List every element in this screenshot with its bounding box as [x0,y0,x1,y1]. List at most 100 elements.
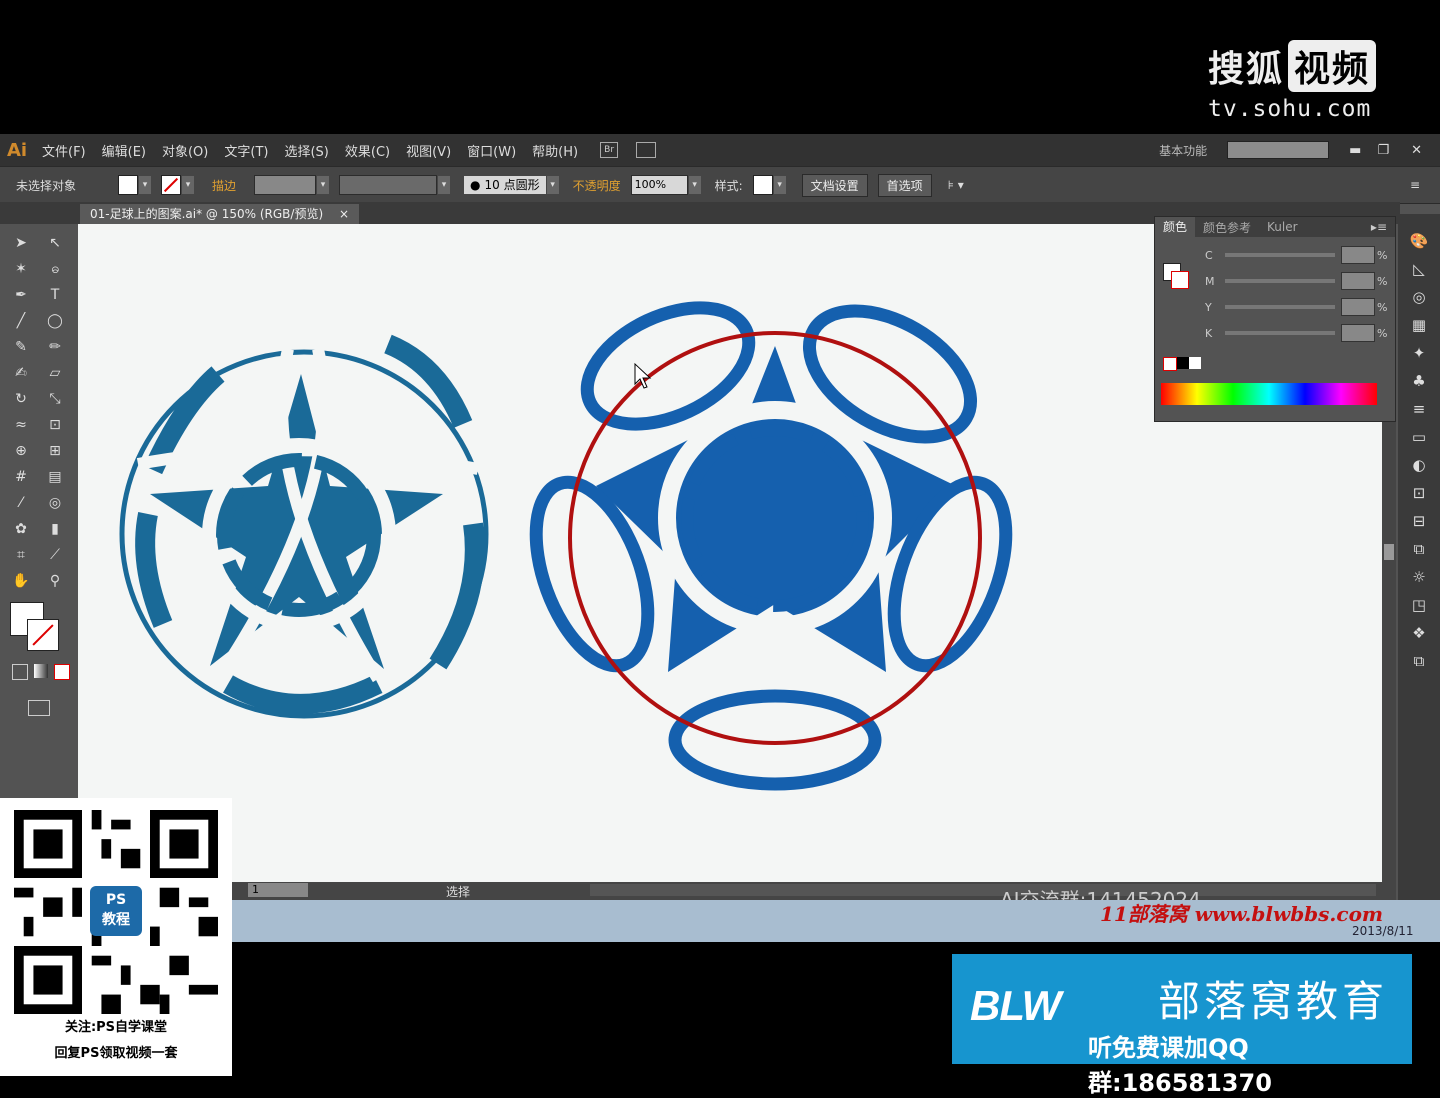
selection-tool-icon[interactable]: ➤ [10,232,32,254]
color-panel-icon[interactable]: 🎨 [1410,232,1429,250]
menu-effect[interactable]: 效果(C) [337,141,398,160]
minimize-icon[interactable]: ▬ [1349,143,1361,158]
ball-pattern-right[interactable] [514,284,1028,791]
menu-file[interactable]: 文件(F) [34,141,94,160]
magic-wand-icon[interactable]: ✶ [10,258,32,280]
hand-icon[interactable]: ✋ [10,570,32,592]
gradient-mode-icon[interactable] [34,664,48,678]
preferences-button[interactable]: 首选项 [877,173,932,197]
color-mode-icon[interactable] [12,664,28,680]
direct-selection-tool-icon[interactable]: ↖ [44,232,66,254]
slider-c[interactable]: C% [1205,245,1389,265]
stroke-label[interactable]: 描边 [212,177,236,194]
rotate-icon[interactable]: ↻ [10,388,32,410]
none-mode-icon[interactable] [54,664,70,680]
stroke-weight-field[interactable]: ▾ [246,175,330,195]
close-tab-icon[interactable]: × [339,207,349,221]
appearance-icon[interactable]: ☼ [1412,568,1425,586]
line-tool-icon[interactable]: ╱ [10,310,32,332]
gradient-icon[interactable]: ▤ [44,466,66,488]
swatches-icon[interactable]: ▦ [1412,316,1426,334]
column-graph-icon[interactable]: ▮ [44,518,66,540]
scroll-thumb[interactable] [1384,544,1394,560]
channel-c-value[interactable] [1341,246,1375,264]
variable-width-field[interactable]: ▾ [339,175,451,195]
restore-icon[interactable]: ❐ [1377,143,1389,158]
blob-brush-icon[interactable]: ✍ [10,362,32,384]
panel-fill-stroke[interactable] [1163,263,1189,289]
artboard-icon[interactable]: ⌗ [10,544,32,566]
eraser-icon[interactable]: ▱ [44,362,66,384]
zoom-icon[interactable]: ⚲ [44,570,66,592]
symbol-sprayer-icon[interactable]: ✿ [10,518,32,540]
document-setup-button[interactable]: 文档设置 [801,173,868,197]
horizontal-scrollbar[interactable] [590,884,1376,896]
pathfinder-icon[interactable]: ⧉ [1414,540,1425,558]
eyedropper-icon[interactable]: ⁄ [10,492,32,514]
status-mode[interactable]: 选择 [446,883,470,900]
opacity-label[interactable]: 不透明度 [573,177,621,194]
stroke-swatch[interactable]: ▾ [161,175,194,195]
brush-dropdown[interactable]: ▾ [546,176,559,194]
color-spectrum[interactable] [1161,383,1377,405]
free-transform-icon[interactable]: ⊡ [44,414,66,436]
menu-select[interactable]: 选择(S) [276,141,336,160]
pen-tool-icon[interactable]: ✒ [10,284,32,306]
fill-stroke-widget[interactable] [10,602,70,658]
align-icon[interactable]: ⊧ ▾ [948,178,964,192]
close-icon[interactable]: ✕ [1411,143,1422,158]
none-white-black-swatches[interactable] [1163,357,1201,371]
symbols-icon[interactable]: ♣ [1412,372,1425,390]
menu-edit[interactable]: 编辑(E) [94,141,154,160]
menu-type[interactable]: 文字(T) [216,141,276,160]
channel-y-value[interactable] [1341,298,1375,316]
channel-m-value[interactable] [1341,272,1375,290]
zoom-field[interactable]: 1 [248,883,308,897]
align-panel-icon[interactable]: ⊟ [1413,512,1426,530]
menu-view[interactable]: 视图(V) [398,141,459,160]
paintbrush-icon[interactable]: ✎ [10,336,32,358]
scale-icon[interactable]: ⤡ [44,388,66,410]
arrange-documents-icon[interactable] [636,142,657,158]
ball-pattern-left[interactable] [119,334,489,719]
menu-object[interactable]: 对象(O) [154,141,216,160]
transparency-icon[interactable]: ◐ [1412,456,1425,474]
search-icon[interactable] [1227,141,1330,159]
gradient-panel-icon[interactable]: ▭ [1412,428,1426,446]
lasso-icon[interactable]: ဓ [44,258,66,280]
artboards-icon[interactable]: ⧉ [1414,652,1425,670]
stroke-panel-icon[interactable]: ≡ [1413,400,1426,418]
mesh-icon[interactable]: # [10,466,32,488]
bridge-icon[interactable]: Br [600,142,619,158]
menu-help[interactable]: 帮助(H) [524,141,586,160]
screen-mode-icon[interactable] [28,700,50,716]
type-tool-icon[interactable]: T [44,284,66,306]
perspective-grid-icon[interactable]: ⊞ [44,440,66,462]
graphic-styles-icon[interactable]: ◳ [1412,596,1426,614]
slider-k[interactable]: K% [1205,323,1389,343]
menu-window[interactable]: 窗口(W) [459,141,524,160]
opacity-field[interactable]: 100% ▾ [630,175,701,195]
tab-kuler[interactable]: Kuler [1259,220,1306,234]
slider-m[interactable]: M% [1205,271,1389,291]
brush-definition[interactable]: ● 10 点圆形 [464,176,546,194]
shape-builder-icon[interactable]: ⊕ [10,440,32,462]
slice-icon[interactable]: ⟋ [44,544,66,566]
tab-color[interactable]: 颜色 [1155,217,1196,237]
fill-swatch[interactable]: ▾ [118,175,151,195]
channel-k-value[interactable] [1341,324,1375,342]
layers-icon[interactable]: ❖ [1412,624,1425,642]
ellipse-tool-icon[interactable]: ◯ [44,310,66,332]
brushes-icon[interactable]: ✦ [1413,344,1426,362]
panel-options-icon[interactable]: ▸≡ [1371,220,1387,234]
kuler-icon[interactable]: ◎ [1412,288,1425,306]
panel-menu-icon[interactable]: ≡ [1410,178,1420,192]
style-swatch[interactable]: ▾ [752,175,786,195]
pencil-icon[interactable]: ✏ [44,336,66,358]
blend-icon[interactable]: ◎ [44,492,66,514]
document-tab[interactable]: 01-足球上的图案.ai* @ 150% (RGB/预览) × [80,204,360,224]
opacity-value[interactable]: 100% [630,175,688,195]
stroke-swatch-large[interactable] [27,619,59,651]
color-guide-icon[interactable]: ◺ [1413,260,1425,278]
workspace-switcher[interactable]: 基本功能 [1159,142,1207,159]
